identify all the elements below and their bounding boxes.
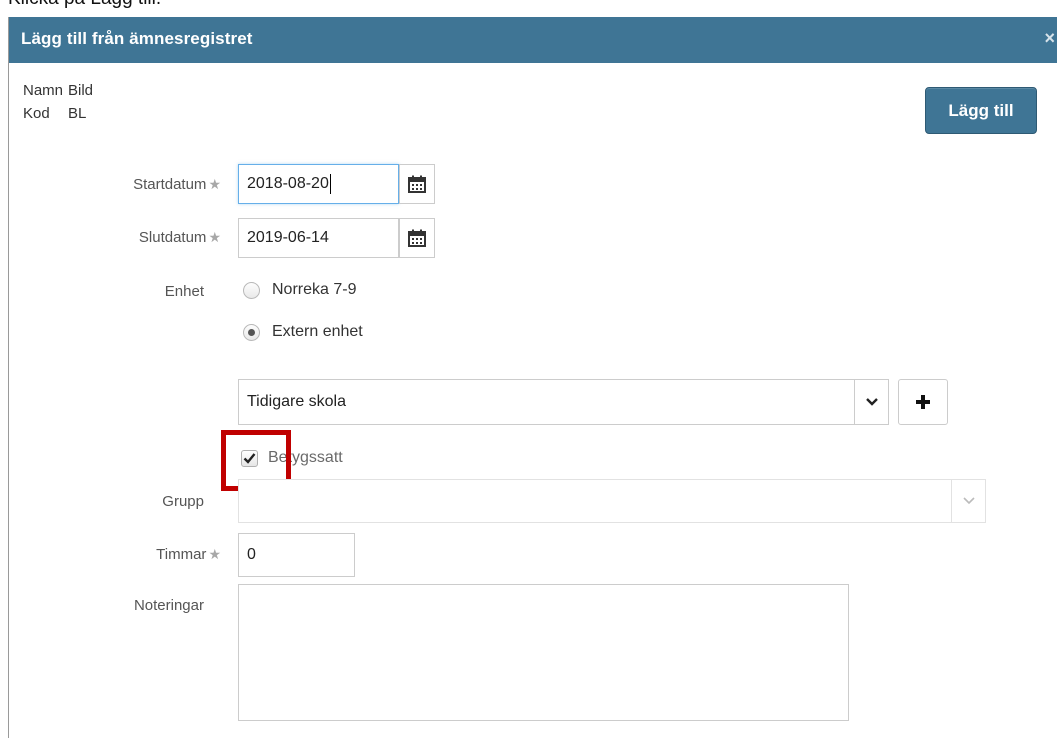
unit-label: Enhet [164, 283, 204, 300]
calendar-icon[interactable] [399, 218, 435, 258]
calendar-icon[interactable] [399, 164, 435, 204]
start-date-value: 2018-08-20 [247, 175, 329, 192]
code-value: BL [68, 105, 87, 122]
hours-label: Timmar ★ [156, 546, 221, 563]
subject-name-row: Namn Bild [23, 82, 93, 99]
end-date-label-text: Slutdatum [138, 229, 207, 246]
unit-option-label: Norreka 7-9 [272, 281, 357, 298]
chevron-down-icon[interactable] [854, 380, 888, 424]
unit-option-external[interactable]: Extern enhet [243, 323, 363, 341]
text-caret [329, 174, 331, 194]
dialog-titlebar: Lägg till från ämnesregistret × [9, 17, 1057, 63]
end-date-input[interactable]: 2019-06-14 [238, 218, 399, 258]
dialog-title: Lägg till från ämnesregistret [21, 29, 253, 48]
notes-textarea[interactable] [238, 584, 849, 721]
hours-value: 0 [247, 546, 256, 563]
notes-label: Noteringar [133, 597, 204, 614]
school-select[interactable]: Tidigare skola [238, 379, 889, 425]
close-icon[interactable]: × [1044, 28, 1055, 49]
end-date-label: Slutdatum ★ [139, 229, 221, 246]
add-school-button[interactable] [898, 379, 948, 425]
plus-icon [916, 395, 930, 409]
subject-code-row: Kod BL [23, 105, 86, 122]
start-date-input[interactable]: 2018-08-20 [238, 164, 399, 204]
required-star-icon: ★ [208, 176, 221, 192]
code-label: Kod [23, 105, 50, 122]
hours-input[interactable]: 0 [238, 533, 355, 577]
start-date-label-text: Startdatum [133, 176, 207, 193]
radio-external[interactable] [243, 323, 260, 341]
add-subject-dialog: Lägg till från ämnesregistret × Namn Bild… [8, 17, 1057, 738]
unit-option-label: Extern enhet [272, 323, 363, 340]
required-star-icon: ★ [208, 229, 221, 245]
required-star-icon: ★ [208, 546, 221, 562]
instruction-caption: Klicka på Lägg till. [8, 0, 161, 10]
add-button[interactable]: Lägg till [925, 87, 1037, 134]
radio-norreka[interactable] [243, 281, 260, 299]
unit-option-norreka[interactable]: Norreka 7-9 [243, 281, 356, 299]
chevron-down-icon[interactable] [951, 480, 985, 522]
name-label: Namn [23, 82, 64, 99]
group-select[interactable] [238, 479, 986, 523]
group-label: Grupp [162, 493, 204, 510]
school-select-value: Tidigare skola [247, 393, 347, 410]
start-date-label: Startdatum ★ [133, 176, 221, 193]
end-date-value: 2019-06-14 [247, 229, 329, 246]
name-value: Bild [68, 82, 94, 99]
hours-label-text: Timmar [156, 546, 207, 563]
